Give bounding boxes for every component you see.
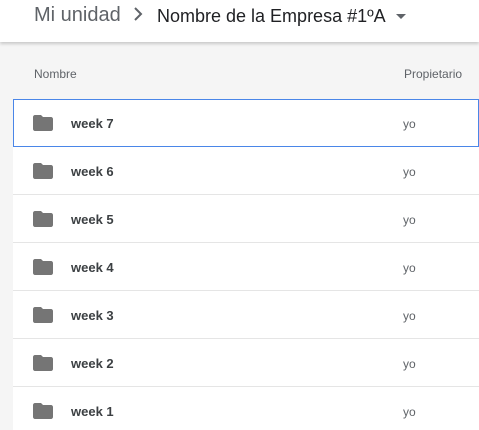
drive-window: Mi unidad Nombre de la Empresa #1ºA Nomb… <box>0 0 479 430</box>
file-owner: yo <box>403 309 416 323</box>
file-name: week 7 <box>71 116 114 131</box>
file-name: week 1 <box>71 404 114 419</box>
folder-icon <box>33 259 53 275</box>
column-header-owner[interactable]: Propietario <box>404 67 462 81</box>
chevron-right-icon <box>134 7 143 21</box>
file-name: week 5 <box>71 212 114 227</box>
folder-icon <box>33 115 53 131</box>
folder-icon <box>33 211 53 227</box>
folder-icon <box>33 163 53 179</box>
file-list: week 7 yo week 6 yo week 5 yo week 4 yo week 3 yo… <box>13 99 479 430</box>
file-name: week 3 <box>71 308 114 323</box>
list-item[interactable]: week 4 yo <box>13 243 479 291</box>
list-column-header: Nombre Propietario <box>0 52 479 96</box>
file-owner: yo <box>403 357 416 371</box>
file-owner: yo <box>403 261 416 275</box>
file-owner: yo <box>403 165 416 179</box>
file-owner: yo <box>403 213 416 227</box>
breadcrumb-root-my-drive[interactable]: Mi unidad <box>34 3 121 27</box>
column-header-name[interactable]: Nombre <box>34 67 77 81</box>
list-item[interactable]: week 5 yo <box>13 195 479 243</box>
list-item[interactable]: week 2 yo <box>13 339 479 387</box>
breadcrumb-current-folder[interactable]: Nombre de la Empresa #1ºA <box>157 3 407 29</box>
caret-down-icon[interactable] <box>395 13 407 21</box>
current-folder-title: Nombre de la Empresa #1ºA <box>157 6 386 26</box>
file-owner: yo <box>403 117 416 131</box>
folder-icon <box>33 403 53 419</box>
folder-icon <box>33 355 53 371</box>
file-owner: yo <box>403 405 416 419</box>
file-name: week 2 <box>71 356 114 371</box>
folder-icon <box>33 307 53 323</box>
list-item[interactable]: week 1 yo <box>13 387 479 430</box>
list-item[interactable]: week 7 yo <box>13 99 479 147</box>
breadcrumb: Mi unidad Nombre de la Empresa #1ºA <box>0 0 479 42</box>
list-item[interactable]: week 3 yo <box>13 291 479 339</box>
file-name: week 6 <box>71 164 114 179</box>
file-name: week 4 <box>71 260 114 275</box>
list-item[interactable]: week 6 yo <box>13 147 479 195</box>
